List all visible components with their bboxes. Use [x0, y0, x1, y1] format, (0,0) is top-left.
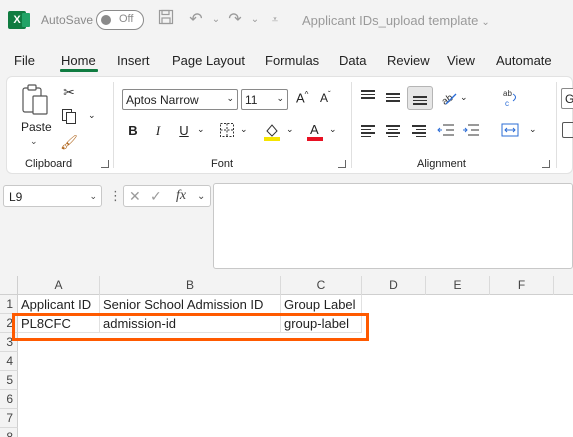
bottom-align-button[interactable]: [407, 86, 433, 110]
tab-file[interactable]: File: [14, 53, 35, 68]
cell-a1[interactable]: Applicant ID: [18, 295, 100, 314]
cut-icon[interactable]: ✂: [60, 83, 78, 101]
alignment-group-label: Alignment: [417, 158, 466, 170]
borders-dropdown-icon[interactable]: ⌄: [240, 124, 248, 135]
excel-logo-icon: X: [8, 11, 30, 29]
underline-dropdown-icon[interactable]: ⌄: [197, 124, 205, 135]
column-header-d[interactable]: D: [362, 276, 426, 295]
orientation-dropdown-icon[interactable]: ⌄: [460, 92, 468, 103]
undo-icon[interactable]: ↶: [185, 9, 207, 31]
tab-insert[interactable]: Insert: [117, 53, 150, 68]
font-size-select[interactable]: 11 ⌄: [241, 89, 288, 110]
column-header-c[interactable]: C: [281, 276, 362, 295]
tab-review[interactable]: Review: [387, 53, 430, 68]
align-center-icon[interactable]: [386, 123, 404, 141]
font-color-dropdown-icon[interactable]: ⌄: [329, 124, 337, 135]
formula-input[interactable]: [213, 183, 573, 269]
row-header-6[interactable]: 6: [0, 390, 18, 409]
tab-data[interactable]: Data: [339, 53, 366, 68]
decrease-indent-icon[interactable]: [437, 122, 455, 140]
font-launcher-icon[interactable]: [338, 160, 346, 168]
chevron-down-icon: ⌄: [481, 17, 490, 28]
enter-icon[interactable]: ✓: [150, 188, 162, 205]
autosave-toggle[interactable]: Off: [96, 10, 144, 30]
tab-formulas[interactable]: Formulas: [265, 53, 319, 68]
customize-toolbar-icon[interactable]: ⩡: [264, 9, 286, 31]
row-header-7[interactable]: 7: [0, 409, 18, 428]
chevron-down-icon: ⌄: [226, 93, 234, 103]
column-header-a[interactable]: A: [18, 276, 100, 295]
font-group-label: Font: [211, 158, 234, 170]
column-header-b[interactable]: B: [100, 276, 281, 295]
redo-icon[interactable]: ↷: [224, 9, 246, 31]
insert-function-icon[interactable]: fx: [176, 188, 186, 204]
currency-format-icon[interactable]: [562, 122, 573, 138]
formula-buttons: ✕ ✓ fx ⌄: [123, 185, 211, 207]
row-header-5[interactable]: 5: [0, 371, 18, 390]
cell-b1[interactable]: Senior School Admission ID: [100, 295, 281, 314]
chevron-down-icon: ⌄: [276, 93, 284, 103]
italic-button[interactable]: I: [149, 122, 167, 140]
clipboard-group-label: Clipboard: [25, 158, 73, 170]
paste-icon[interactable]: [21, 84, 49, 118]
format-painter-icon[interactable]: 🖌: [60, 133, 78, 151]
column-header-f[interactable]: F: [490, 276, 554, 295]
fill-color-icon[interactable]: [263, 121, 281, 141]
tab-home[interactable]: Home: [61, 53, 96, 68]
row-header-1[interactable]: 1: [0, 295, 18, 314]
wrap-text-icon[interactable]: ab c: [502, 88, 520, 108]
align-right-icon[interactable]: [412, 123, 430, 141]
svg-text:c: c: [505, 99, 509, 108]
cell-c1[interactable]: Group Label: [281, 295, 362, 314]
increase-font-size-icon[interactable]: A^: [296, 90, 308, 105]
align-left-icon[interactable]: [361, 123, 379, 141]
active-tab-indicator: [60, 69, 98, 72]
ribbon-divider: [556, 82, 557, 168]
tab-automate[interactable]: Automate: [496, 53, 552, 68]
tab-view[interactable]: View: [447, 53, 475, 68]
save-icon[interactable]: [155, 9, 177, 31]
more-options-icon[interactable]: ⋮: [109, 188, 122, 204]
paste-dropdown-icon[interactable]: ⌄: [30, 136, 38, 147]
row-2-highlight-annotation: [12, 313, 369, 341]
select-all-corner[interactable]: [0, 276, 18, 295]
name-box[interactable]: L9 ⌄: [3, 185, 102, 207]
document-title[interactable]: Applicant IDs_upload template ⌄: [302, 13, 490, 28]
autosave-label: AutoSave: [41, 13, 94, 27]
ribbon-divider: [113, 82, 114, 168]
borders-icon[interactable]: [218, 122, 236, 140]
alignment-launcher-icon[interactable]: [542, 160, 550, 168]
increase-indent-icon[interactable]: [462, 122, 480, 140]
ribbon-divider: [351, 82, 352, 168]
bottom-align-icon: [413, 94, 431, 112]
orientation-icon[interactable]: ab: [440, 89, 458, 108]
paste-button[interactable]: Paste: [21, 120, 52, 134]
cancel-icon[interactable]: ✕: [129, 188, 141, 205]
clipboard-launcher-icon[interactable]: [101, 160, 109, 168]
font-name-select[interactable]: Aptos Narrow ⌄: [122, 89, 238, 110]
column-header-e[interactable]: E: [426, 276, 490, 295]
copy-dropdown-icon[interactable]: ⌄: [88, 110, 96, 121]
fill-color-dropdown-icon[interactable]: ⌄: [286, 124, 294, 135]
merge-dropdown-icon[interactable]: ⌄: [529, 124, 537, 135]
redo-dropdown-icon[interactable]: ⌄: [244, 9, 266, 31]
chevron-down-icon: ⌄: [89, 191, 97, 201]
middle-align-icon[interactable]: [386, 91, 404, 109]
decrease-font-size-icon[interactable]: Aˇ: [320, 90, 331, 105]
tab-page-layout[interactable]: Page Layout: [172, 53, 245, 68]
copy-icon[interactable]: [60, 108, 78, 126]
underline-button[interactable]: U: [175, 122, 193, 140]
font-color-icon[interactable]: A: [306, 121, 324, 141]
svg-text:ab: ab: [440, 92, 456, 107]
number-format-select[interactable]: G: [561, 88, 573, 109]
merge-center-icon[interactable]: [501, 122, 519, 140]
svg-text:A: A: [310, 122, 319, 137]
row-header-4[interactable]: 4: [0, 352, 18, 371]
top-align-icon[interactable]: [361, 88, 379, 106]
svg-text:ab: ab: [503, 89, 512, 98]
row-header-8[interactable]: 8: [0, 428, 18, 437]
chevron-down-icon[interactable]: ⌄: [197, 191, 205, 202]
bold-button[interactable]: B: [124, 122, 142, 140]
